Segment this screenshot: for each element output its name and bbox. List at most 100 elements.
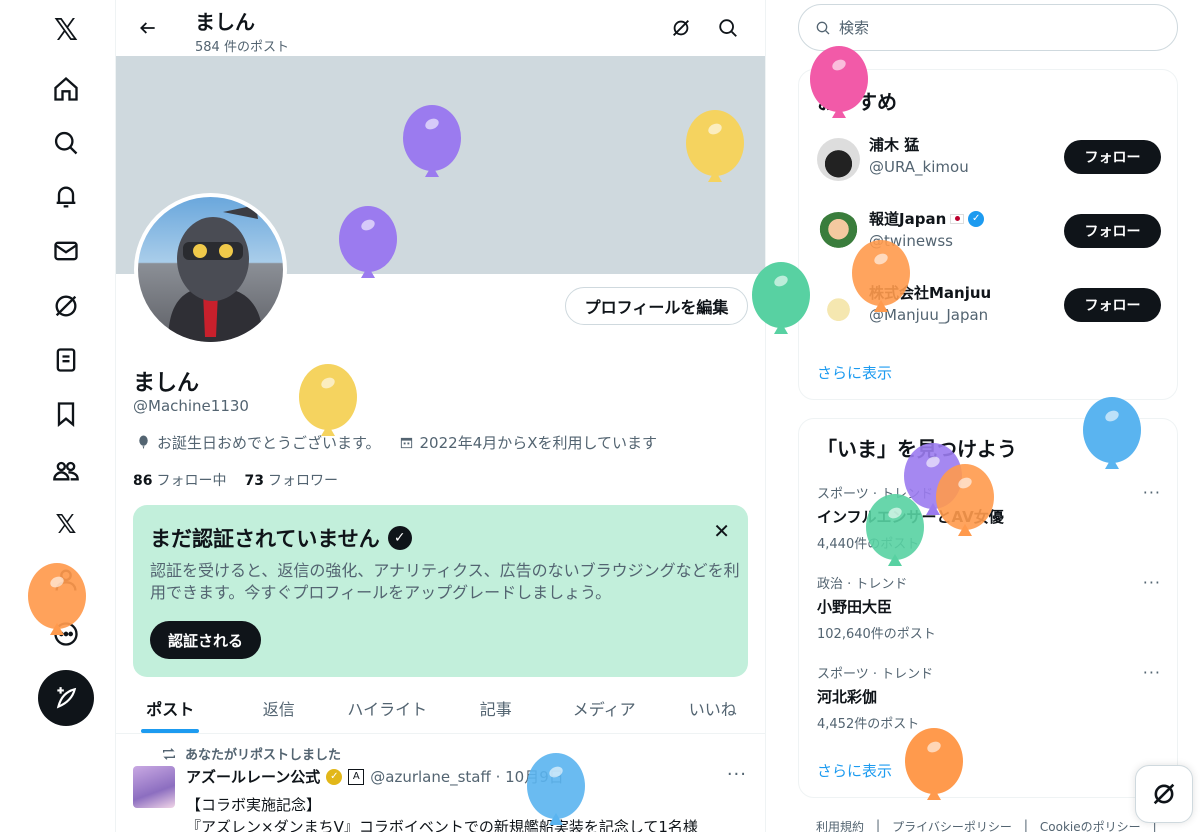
- search-input[interactable]: 検索: [798, 4, 1178, 51]
- post-author-avatar[interactable]: [133, 766, 175, 808]
- x-logo[interactable]: 𝕏: [44, 8, 88, 52]
- trend-item[interactable]: スポーツ · トレンド 河北彩伽 4,452件のポスト ···: [817, 663, 1161, 733]
- trend-more-icon[interactable]: ···: [1143, 663, 1161, 682]
- recommend-handle: @twinewss: [869, 232, 953, 250]
- recommend-name-text: 浦木 猛: [869, 136, 920, 154]
- nav-explore[interactable]: [44, 121, 88, 165]
- nav-bookmarks[interactable]: [44, 392, 88, 436]
- footer-links: 利用規約 | プライバシーポリシー | Cookieのポリシー |: [816, 818, 1157, 832]
- robot-avatar-image: [168, 205, 263, 342]
- japan-flag-icon: [950, 213, 965, 224]
- post-more-icon[interactable]: ···: [727, 764, 747, 785]
- grok-icon: [55, 295, 77, 317]
- back-button[interactable]: [132, 12, 164, 44]
- recommend-show-more[interactable]: さらに表示: [817, 362, 892, 383]
- trend-title: 河北彩伽: [817, 688, 878, 706]
- list-icon: [56, 348, 76, 372]
- trend-more-icon[interactable]: ···: [1143, 573, 1161, 592]
- grok-button[interactable]: [665, 12, 697, 44]
- tab-highlights[interactable]: ハイライト: [333, 682, 442, 733]
- nav-home[interactable]: [44, 67, 88, 111]
- trend-more-icon[interactable]: ···: [1143, 483, 1161, 502]
- post-author-name[interactable]: アズールレーン公式: [186, 766, 320, 787]
- trend-count: 4,440件のポスト: [817, 537, 920, 552]
- following-label: フォロー中: [156, 473, 227, 489]
- recommend-item[interactable]: 報道Japan ✓ @twinewss フォロー: [817, 208, 1161, 260]
- verification-card: まだ認証されていません ✓ ✕ 認証を受けると、返信の強化、アナリティクス、広告…: [133, 505, 748, 677]
- footer-privacy[interactable]: プライバシーポリシー: [892, 818, 1012, 832]
- trend-item[interactable]: スポーツ · トレンド インフルエンサーとAV女優 4,440件のポスト ···: [817, 483, 1161, 553]
- trend-item[interactable]: 政治 · トレンド 小野田大臣 102,640件のポスト ···: [817, 573, 1161, 643]
- search-icon: [719, 19, 737, 37]
- followers-count: 73: [244, 473, 264, 489]
- home-icon: [54, 76, 78, 101]
- recommend-item[interactable]: 浦木 猛 @URA_kimou フォロー: [817, 134, 1161, 186]
- bookmark-icon: [57, 402, 75, 427]
- arrow-left-icon: [140, 22, 155, 34]
- post-handle-time[interactable]: @azurlane_staff · 10月9日: [370, 766, 564, 787]
- search-icon: [54, 131, 78, 155]
- repost-icon: [163, 747, 175, 760]
- bell-icon: [56, 186, 76, 208]
- compose-post-button[interactable]: [38, 670, 94, 726]
- tab-replies[interactable]: 返信: [225, 682, 334, 733]
- nav-lists[interactable]: [44, 338, 88, 382]
- trend-title: インフルエンサーとAV女優: [817, 508, 1004, 526]
- edit-profile-button[interactable]: プロフィールを編集: [565, 287, 748, 325]
- profile-avatar[interactable]: [134, 193, 287, 346]
- trends-title: 「いま」を見つけよう: [817, 437, 1017, 461]
- nav-premium[interactable]: 𝕏: [44, 503, 88, 547]
- recommend-name: 株式会社Manjuu: [869, 282, 991, 303]
- follow-button[interactable]: フォロー: [1064, 214, 1161, 248]
- following-link[interactable]: 86 フォロー中: [133, 470, 226, 490]
- recommend-handle: @Manjuu_Japan: [869, 306, 989, 324]
- search-posts-button[interactable]: [712, 12, 744, 44]
- more-icon: [54, 622, 78, 646]
- nav-communities[interactable]: [44, 448, 88, 492]
- get-verified-button[interactable]: 認証される: [150, 621, 262, 659]
- x-premium-icon: 𝕏: [55, 510, 77, 540]
- people-icon: [53, 461, 79, 481]
- profile-handle: @Machine1130: [133, 397, 249, 415]
- followers-link[interactable]: 73 フォロワー: [244, 470, 337, 490]
- followers-label: フォロワー: [267, 473, 338, 489]
- nav-messages[interactable]: [44, 229, 88, 273]
- trend-category: スポーツ · トレンド: [817, 667, 934, 682]
- close-icon[interactable]: ✕: [713, 519, 730, 543]
- footer-terms[interactable]: 利用規約: [816, 818, 864, 832]
- tab-media[interactable]: メディア: [550, 682, 659, 733]
- footer-separator: |: [876, 818, 881, 832]
- trend-count: 4,452件のポスト: [817, 717, 920, 732]
- post-text-line-1: 【コラボ実施記念】: [186, 796, 322, 814]
- joined-item: 2022年4月からXを利用しています: [399, 432, 657, 453]
- recommend-name: 浦木 猛: [869, 134, 919, 155]
- trends-card: 「いま」を見つけよう スポーツ · トレンド インフルエンサーとAV女優 4,4…: [798, 418, 1178, 798]
- verified-badge-icon: ✓: [968, 210, 985, 227]
- nav-profile[interactable]: [44, 558, 88, 602]
- footer-cookie[interactable]: Cookieのポリシー: [1040, 818, 1141, 832]
- tab-articles[interactable]: 記事: [442, 682, 551, 733]
- profile-header: ましん 584 件のポスト: [116, 0, 765, 56]
- follow-button[interactable]: フォロー: [1064, 140, 1161, 174]
- birthday-item: お誕生日おめでとうございます。: [136, 432, 381, 453]
- follow-button[interactable]: フォロー: [1064, 288, 1161, 322]
- trend-category: 政治 · トレンド: [817, 577, 908, 592]
- profile-column: ましん 584 件のポスト プロフィールを編集 ましん @Machine1130…: [115, 0, 766, 832]
- affiliate-badge-icon: A: [348, 768, 365, 785]
- nav-grok[interactable]: [44, 284, 88, 328]
- recommend-item[interactable]: 株式会社Manjuu @Manjuu_Japan フォロー: [817, 282, 1161, 334]
- trend-count: 102,640件のポスト: [817, 627, 936, 642]
- mail-icon: [54, 241, 78, 261]
- grok-chat-button[interactable]: [1135, 765, 1193, 823]
- trend-category: スポーツ · トレンド: [817, 487, 934, 502]
- profile-name: ましん: [133, 371, 200, 396]
- nav-notifications[interactable]: [44, 175, 88, 219]
- tab-posts[interactable]: ポスト: [116, 682, 225, 733]
- footer-separator: |: [1023, 818, 1028, 832]
- balloon-icon: [139, 435, 148, 450]
- trends-show-more[interactable]: さらに表示: [817, 760, 892, 781]
- post-text-line-2: 『アズレン×ダンまちⅤ』コラボイベントでの新規艦船実装を記念して1名様: [186, 818, 698, 832]
- nav-more[interactable]: [44, 612, 88, 656]
- avatar: [817, 286, 860, 329]
- tab-likes[interactable]: いいね: [659, 682, 766, 733]
